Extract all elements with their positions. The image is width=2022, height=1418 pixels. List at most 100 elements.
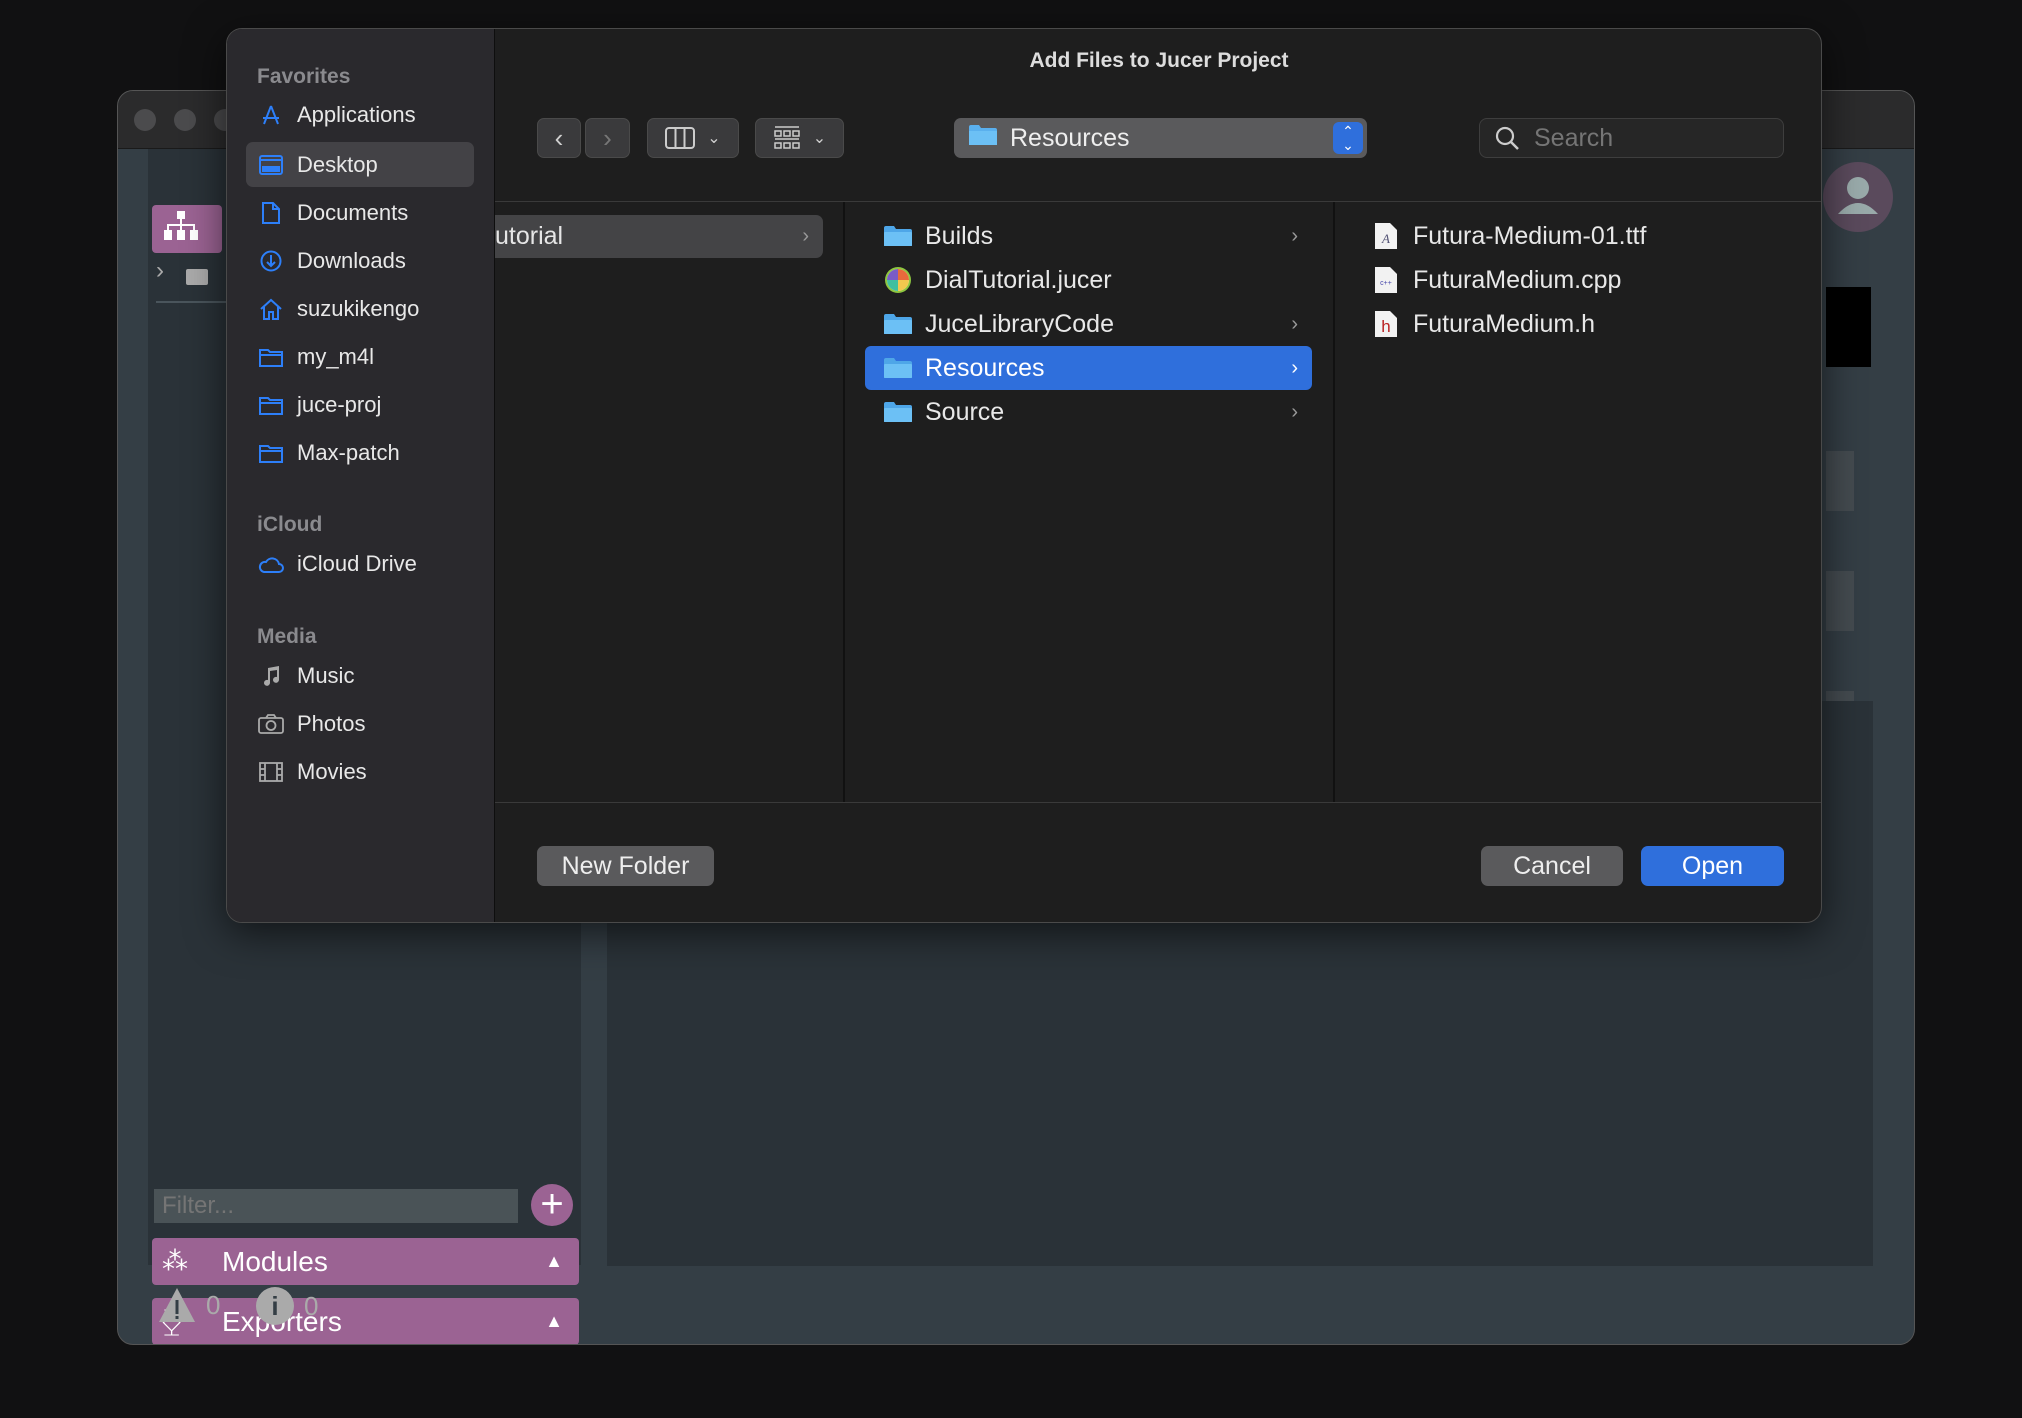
minimize-button[interactable] <box>174 109 196 131</box>
warnings-status[interactable]: 0 <box>158 1287 220 1323</box>
music-icon <box>258 665 284 687</box>
hierarchy-icon <box>164 210 198 248</box>
forward-button[interactable]: › <box>585 118 630 158</box>
sidebar-item-label: juce-proj <box>297 391 382 417</box>
open-button[interactable]: Open <box>1641 846 1784 886</box>
svg-text:h: h <box>1381 317 1390 336</box>
sidebar-item-label: my_m4l <box>297 343 375 369</box>
file-row[interactable]: c++ FuturaMedium.cpp <box>1353 258 1793 302</box>
file-name: JuceLibraryCode <box>925 309 1114 338</box>
sidebar-item-label: Desktop <box>297 151 378 177</box>
grid-icon <box>774 126 800 149</box>
file-row[interactable]: JuceLibraryCode › <box>865 302 1312 346</box>
applications-icon <box>258 104 284 126</box>
jucer-file-icon <box>883 266 913 294</box>
sidebar-item-movies[interactable]: Movies <box>246 749 474 794</box>
folder-icon <box>258 443 284 463</box>
filter-input[interactable] <box>154 1189 518 1223</box>
settings-row <box>1826 571 1854 631</box>
expand-chevron-icon[interactable]: › <box>156 257 164 285</box>
column-divider[interactable] <box>843 202 845 802</box>
chevron-right-icon: › <box>1291 356 1298 379</box>
updown-chevron-icon: ⌃ ⌄ <box>1333 122 1363 154</box>
settings-row <box>1826 451 1854 511</box>
modules-icon: ⁂ <box>162 1246 188 1276</box>
sidebar-item-label: Music <box>297 662 355 688</box>
font-file-icon: A <box>1371 222 1401 250</box>
chevron-right-icon: › <box>1291 400 1298 423</box>
folder-icon <box>883 312 913 336</box>
file-row[interactable]: Builds › <box>865 214 1312 258</box>
column1-item[interactable]: utorial › <box>495 215 823 258</box>
document-icon <box>258 201 284 224</box>
chevron-right-icon: › <box>1291 224 1298 247</box>
file-explorer-tab[interactable] <box>152 205 222 253</box>
desktop-icon <box>258 154 284 175</box>
svg-text:c++: c++ <box>1380 280 1392 287</box>
file-name: Resources <box>925 353 1045 382</box>
media-header: Media <box>257 625 317 648</box>
collapse-arrow-icon[interactable]: ▲ <box>545 1251 563 1272</box>
header-panel <box>1826 287 1871 367</box>
collapse-arrow-icon[interactable]: ▲ <box>545 1311 563 1332</box>
sidebar-item-label: Photos <box>297 710 366 736</box>
download-icon <box>258 250 284 272</box>
sidebar-item-photos[interactable]: Photos <box>246 701 474 746</box>
chevron-left-icon: ‹ <box>554 122 564 153</box>
path-popup[interactable]: Resources ⌃ ⌄ <box>954 118 1367 158</box>
header-file-icon: h <box>1371 310 1401 338</box>
folder-icon <box>186 269 208 285</box>
info-status[interactable]: i 0 <box>256 1287 318 1325</box>
folder-icon <box>968 123 998 154</box>
new-folder-button[interactable]: New Folder <box>537 846 714 886</box>
sidebar-item-label: Max-patch <box>297 439 400 465</box>
file-row[interactable]: Resources › <box>865 346 1312 390</box>
file-row[interactable]: Source › <box>865 390 1312 434</box>
sidebar-item-applications[interactable]: Applications <box>246 92 474 137</box>
folder-icon <box>883 224 913 248</box>
folder-icon <box>883 400 913 424</box>
view-mode-button[interactable]: ⌄ <box>647 118 739 158</box>
sidebar-item-label: Applications <box>297 101 416 127</box>
column-divider[interactable] <box>1333 202 1335 802</box>
plus-icon: + <box>540 1182 564 1226</box>
file-name: FuturaMedium.cpp <box>1413 265 1622 294</box>
file-row[interactable]: A Futura-Medium-01.ttf <box>1353 214 1793 258</box>
folder-icon <box>883 356 913 380</box>
file-name: DialTutorial.jucer <box>925 265 1112 294</box>
svg-text:A: A <box>1381 231 1390 246</box>
sidebar-item-music[interactable]: Music <box>246 653 474 698</box>
sidebar-item-label: Documents <box>297 199 409 225</box>
folder-icon <box>258 347 284 367</box>
search-input[interactable] <box>1534 123 1774 153</box>
cancel-button[interactable]: Cancel <box>1481 846 1623 886</box>
chevron-right-icon: › <box>603 122 612 153</box>
file-row[interactable]: h FuturaMedium.h <box>1353 302 1793 346</box>
file-name: FuturaMedium.h <box>1413 309 1596 338</box>
back-button[interactable]: ‹ <box>537 118 581 158</box>
sidebar-item-max-patch[interactable]: Max-patch <box>246 430 474 475</box>
sidebar-item-documents[interactable]: Documents <box>246 190 474 235</box>
icloud-header: iCloud <box>257 513 323 536</box>
home-icon <box>258 298 284 320</box>
close-button[interactable] <box>134 109 156 131</box>
modules-header[interactable]: ⁂ Modules ▲ <box>152 1238 579 1285</box>
sidebar-item-downloads[interactable]: Downloads <box>246 238 474 283</box>
user-avatar[interactable] <box>1823 162 1893 232</box>
search-field[interactable] <box>1479 118 1784 158</box>
sidebar-item-suzukikengo[interactable]: suzukikengo <box>246 286 474 331</box>
sidebar-item-my-m4l[interactable]: my_m4l <box>246 334 474 379</box>
sidebar-item-juce-proj[interactable]: juce-proj <box>246 382 474 427</box>
search-icon <box>1495 126 1519 150</box>
file-row[interactable]: DialTutorial.jucer <box>865 258 1312 302</box>
sidebar-item-desktop[interactable]: Desktop <box>246 142 474 187</box>
modules-label: Modules <box>222 1245 328 1277</box>
add-button[interactable]: + <box>531 1184 573 1226</box>
info-count: 0 <box>304 1290 319 1321</box>
divider <box>495 201 1821 202</box>
chevron-right-icon: › <box>802 225 809 247</box>
add-files-dialog: Favorites iCloud Media Applications Deskt… <box>226 28 1822 923</box>
chevron-down-icon: ⌄ <box>707 130 721 147</box>
group-button[interactable]: ⌄ <box>755 118 844 158</box>
sidebar-item-icloud-drive[interactable]: iCloud Drive <box>246 541 474 586</box>
